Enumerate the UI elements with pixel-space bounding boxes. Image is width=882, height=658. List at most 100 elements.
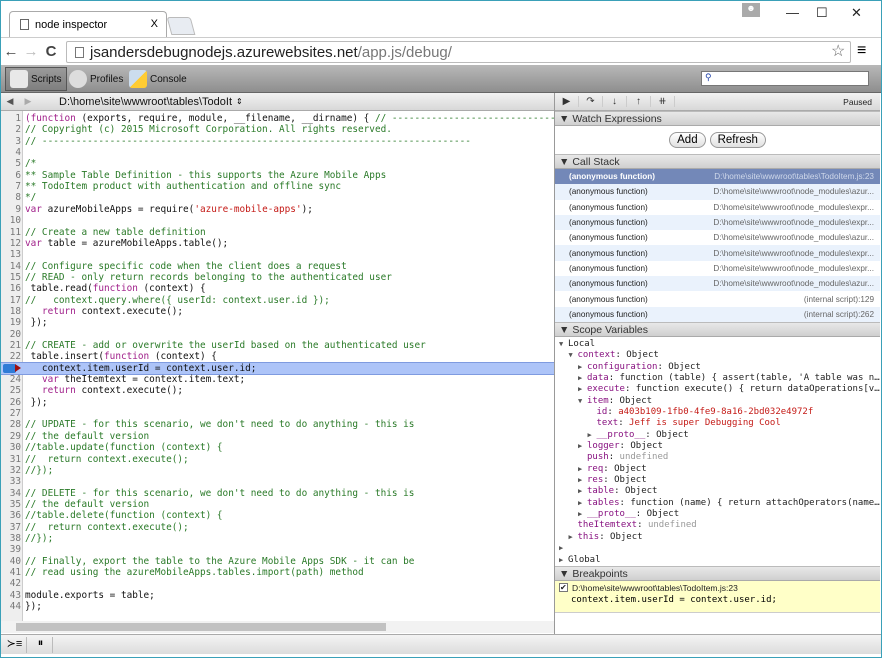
scope-variable[interactable]: ▶ logger: Object: [555, 441, 880, 452]
step-over-icon[interactable]: ↷: [579, 96, 603, 107]
scope-variables-header[interactable]: ▼ Scope Variables: [555, 321, 880, 337]
line-number[interactable]: 30: [1, 442, 21, 453]
line-number[interactable]: 34: [1, 488, 21, 499]
scripts-tab[interactable]: Scripts: [5, 67, 67, 91]
line-number[interactable]: 11: [1, 227, 21, 238]
scope-variable[interactable]: ▶ this: Object: [555, 532, 880, 543]
breakpoint-item[interactable]: ✔ D:\home\site\wwwroot\tables\TodoItem.js…: [555, 580, 880, 613]
deactivate-breakpoints-icon[interactable]: ⧺: [651, 96, 675, 107]
scope-variable[interactable]: ▶ __proto__: Object: [555, 509, 880, 520]
refresh-watch-button[interactable]: Refresh: [709, 132, 766, 148]
scope-variable[interactable]: ▶ req: Object: [555, 464, 880, 475]
line-number[interactable]: 31: [1, 454, 21, 465]
scope-variable[interactable]: ▼ item: Object: [555, 396, 880, 407]
line-number[interactable]: 2: [1, 124, 21, 135]
call-stack-header[interactable]: ▼ Call Stack: [555, 154, 880, 169]
collapsed-triangle-icon[interactable]: ▶: [559, 555, 568, 566]
scope-variable[interactable]: ▶ configuration: Object: [555, 362, 880, 373]
collapsed-triangle-icon[interactable]: ▶: [569, 532, 578, 543]
scope-variable[interactable]: theItemtext: undefined: [555, 520, 880, 531]
code-editor[interactable]: 1 (function (exports, require, module, __…: [1, 111, 554, 621]
line-number[interactable]: 43: [1, 590, 21, 601]
search-input[interactable]: ⚲: [701, 71, 869, 86]
line-number[interactable]: 25: [1, 385, 21, 396]
collapsed-triangle-icon[interactable]: ▶: [578, 384, 587, 395]
back-icon[interactable]: ←: [1, 43, 21, 60]
scope-variable[interactable]: ▶ table: Object: [555, 486, 880, 497]
line-number[interactable]: 42: [1, 578, 21, 589]
call-frame[interactable]: (anonymous function) D:\home\site\wwwroot…: [555, 230, 880, 245]
step-out-icon[interactable]: ↑: [627, 96, 651, 107]
line-number[interactable]: 9: [1, 204, 21, 215]
scrollbar-thumb[interactable]: [16, 623, 386, 631]
browser-tab[interactable]: node inspector X: [9, 11, 167, 37]
scope-variable[interactable]: ▶ res: Object: [555, 475, 880, 486]
scope-variable[interactable]: ▶ tables: function (name) { return attach…: [555, 498, 880, 509]
line-number[interactable]: 18: [1, 306, 21, 317]
line-number[interactable]: 44: [1, 601, 21, 612]
line-number[interactable]: 33: [1, 476, 21, 487]
call-frame[interactable]: (anonymous function) D:\home\site\wwwroot…: [555, 184, 880, 200]
bookmark-star-icon[interactable]: ☆: [831, 41, 845, 61]
line-number[interactable]: 6: [1, 170, 21, 181]
call-frame[interactable]: (anonymous function) D:\home\site\wwwroot…: [555, 200, 880, 215]
call-frame[interactable]: (anonymous function) (internal script):12…: [555, 291, 880, 306]
scope-variable[interactable]: ▼ context: Object: [555, 350, 880, 361]
line-number[interactable]: 37: [1, 522, 21, 533]
line-number[interactable]: 16: [1, 283, 21, 294]
maximize-icon[interactable]: ☐: [816, 5, 828, 21]
add-watch-button[interactable]: Add: [669, 132, 706, 148]
line-number[interactable]: 17: [1, 295, 21, 306]
resume-icon[interactable]: ▶: [555, 96, 579, 107]
line-number[interactable]: 15: [1, 272, 21, 283]
collapsed-triangle-icon[interactable]: ▶: [578, 373, 587, 384]
scope-variable[interactable]: ▼ Local: [555, 339, 880, 350]
url-input[interactable]: jsandersdebugnodejs.azurewebsites.net/ap…: [66, 41, 851, 63]
line-number[interactable]: 29: [1, 431, 21, 442]
scope-variable[interactable]: ▶ __proto__: Object: [555, 430, 880, 441]
line-number[interactable]: 10: [1, 215, 21, 226]
call-frame[interactable]: (anonymous function) D:\home\site\wwwroot…: [555, 276, 880, 292]
menu-icon[interactable]: ≡: [857, 42, 866, 60]
collapsed-triangle-icon[interactable]: ▶: [588, 430, 597, 441]
back-icon[interactable]: ◀: [1, 96, 19, 107]
scope-variable[interactable]: text: Jeff is super Debugging Cool: [555, 418, 880, 429]
line-number[interactable]: 8: [1, 192, 21, 203]
scope-variable[interactable]: ▶: [555, 543, 880, 554]
close-icon[interactable]: ✕: [851, 5, 862, 21]
line-number[interactable]: 28: [1, 419, 21, 430]
line-number[interactable]: 1: [1, 113, 21, 124]
line-number[interactable]: 14: [1, 261, 21, 272]
pause-on-exceptions-icon[interactable]: ⏸: [29, 637, 53, 653]
line-number[interactable]: 7: [1, 181, 21, 192]
line-number[interactable]: 20: [1, 329, 21, 340]
call-frame[interactable]: (anonymous function) D:\home\site\wwwroot…: [555, 214, 880, 231]
collapsed-triangle-icon[interactable]: ▶: [578, 464, 587, 475]
forward-icon[interactable]: →: [21, 43, 41, 60]
select-arrows-icon[interactable]: ⇕: [236, 97, 243, 106]
step-into-icon[interactable]: ↓: [603, 96, 627, 107]
console-drawer-icon[interactable]: ≻≡: [3, 637, 27, 653]
expanded-triangle-icon[interactable]: ▼: [578, 396, 587, 407]
horizontal-scrollbar[interactable]: [1, 621, 554, 633]
line-number[interactable]: 40: [1, 556, 21, 567]
collapsed-triangle-icon[interactable]: ▶: [559, 543, 568, 554]
line-number[interactable]: 24: [1, 374, 21, 385]
line-number[interactable]: 39: [1, 544, 21, 555]
line-number[interactable]: 35: [1, 499, 21, 510]
line-number[interactable]: 12: [1, 238, 21, 249]
breakpoint-marker-icon[interactable]: [3, 363, 21, 373]
scope-variable[interactable]: ▶ execute: function execute() { return da…: [555, 384, 880, 395]
breakpoint-checkbox[interactable]: ✔: [559, 583, 568, 593]
collapsed-triangle-icon[interactable]: ▶: [578, 509, 587, 520]
scope-variable[interactable]: id: a403b109-1fb0-4fe9-8a16-2bd032e4972f: [555, 407, 880, 418]
line-number[interactable]: 5: [1, 158, 21, 169]
line-number[interactable]: 36: [1, 510, 21, 521]
profiles-tab[interactable]: Profiles: [65, 67, 127, 91]
scope-variable[interactable]: ▶ Global: [555, 555, 880, 566]
user-icon[interactable]: ☻: [742, 3, 760, 17]
collapsed-triangle-icon[interactable]: ▶: [578, 441, 587, 452]
line-number[interactable]: 22: [1, 351, 21, 362]
call-frame[interactable]: (anonymous function) D:\home\site\wwwroot…: [555, 261, 880, 276]
call-frame[interactable]: (anonymous function) (internal script):26…: [555, 306, 880, 322]
